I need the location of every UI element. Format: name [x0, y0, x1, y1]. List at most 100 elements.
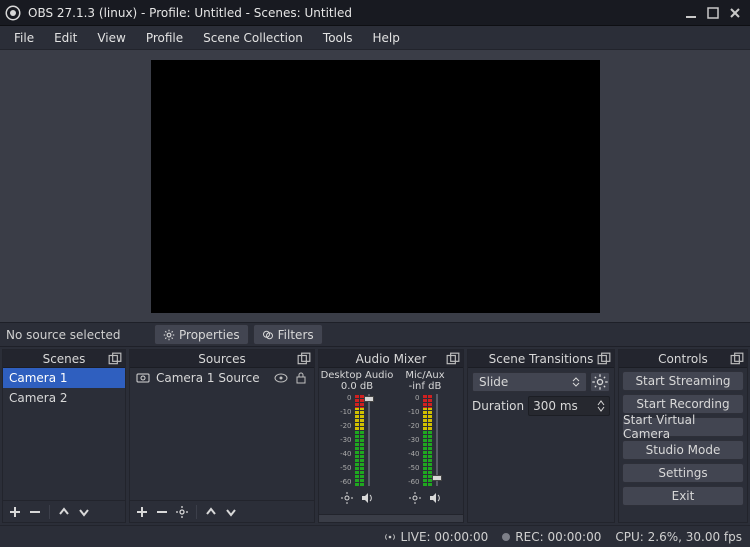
studio-mode-button[interactable]: Studio Mode	[622, 440, 744, 460]
menu-edit[interactable]: Edit	[44, 26, 87, 49]
source-properties-button[interactable]	[173, 503, 191, 521]
level-meter	[423, 394, 432, 486]
remove-scene-button[interactable]	[26, 503, 44, 521]
filters-icon	[262, 329, 274, 341]
mixer-title: Audio Mixer	[356, 352, 427, 366]
lock-toggle[interactable]	[294, 371, 308, 385]
menu-help[interactable]: Help	[362, 26, 409, 49]
status-rec: REC: 00:00:00	[502, 530, 601, 544]
separator	[49, 505, 50, 519]
transitions-undock-button[interactable]	[597, 352, 611, 366]
channel-settings-button[interactable]	[339, 490, 355, 506]
audio-mixer-dock: Audio Mixer Desktop Audio 0.0 dB 0-10-20…	[318, 349, 464, 523]
duration-spinbox[interactable]: 300 ms	[528, 396, 610, 416]
titlebar: OBS 27.1.3 (linux) - Profile: Untitled -…	[0, 0, 750, 26]
move-scene-up-button[interactable]	[55, 503, 73, 521]
move-source-up-button[interactable]	[202, 503, 220, 521]
scenes-undock-button[interactable]	[108, 352, 122, 366]
menu-view[interactable]: View	[87, 26, 135, 49]
mute-button[interactable]	[359, 490, 375, 506]
level-meter	[355, 394, 364, 486]
exit-button[interactable]: Exit	[622, 486, 744, 506]
preview-area	[0, 50, 750, 322]
scene-item[interactable]: Camera 2	[3, 388, 125, 408]
sources-undock-button[interactable]	[297, 352, 311, 366]
menubar: File Edit View Profile Scene Collection …	[0, 26, 750, 50]
volume-slider[interactable]	[434, 394, 440, 486]
broadcast-icon	[384, 531, 396, 543]
channel-settings-button[interactable]	[407, 490, 423, 506]
menu-file[interactable]: File	[4, 26, 44, 49]
camera-icon	[136, 371, 150, 385]
add-scene-button[interactable]	[6, 503, 24, 521]
mixer-channel-mic-aux: Mic/Aux -inf dB 0-10-20-30-40-50-60	[392, 370, 458, 514]
source-list: Camera 1 Source	[130, 368, 314, 500]
mute-button[interactable]	[427, 490, 443, 506]
channel-db: 0.0 dB	[341, 381, 373, 392]
mixer-channel-desktop-audio: Desktop Audio 0.0 dB 0-10-20-30-40-50-60	[324, 370, 390, 514]
visibility-toggle[interactable]	[274, 371, 288, 385]
source-label: Camera 1 Source	[156, 371, 260, 385]
channel-db: -inf dB	[409, 381, 442, 392]
spin-arrows-icon	[597, 400, 605, 412]
mixer-scrollbar[interactable]	[319, 514, 463, 522]
add-source-button[interactable]	[133, 503, 151, 521]
source-toolbar: No source selected Properties Filters	[0, 322, 750, 347]
status-live: LIVE: 00:00:00	[384, 530, 489, 544]
mixer-undock-button[interactable]	[446, 352, 460, 366]
chevron-updown-icon	[572, 377, 580, 387]
start-recording-button[interactable]: Start Recording	[622, 394, 744, 414]
gear-icon	[163, 329, 175, 341]
transitions-title: Scene Transitions	[489, 352, 594, 366]
no-source-label: No source selected	[0, 328, 150, 342]
mixer-header: Audio Mixer	[319, 350, 463, 368]
meter-scale: 0-10-20-30-40-50-60	[343, 394, 353, 486]
channel-name: Mic/Aux	[405, 370, 444, 381]
maximize-button[interactable]	[702, 3, 724, 23]
scenes-dock: Scenes Camera 1 Camera 2	[2, 349, 126, 523]
duration-value: 300 ms	[533, 399, 578, 413]
transition-select[interactable]: Slide	[472, 372, 587, 392]
start-virtual-camera-button[interactable]: Start Virtual Camera	[622, 417, 744, 437]
sources-title: Sources	[198, 352, 245, 366]
close-button[interactable]	[724, 3, 746, 23]
menu-scene-collection[interactable]: Scene Collection	[193, 26, 313, 49]
scenes-header: Scenes	[3, 350, 125, 368]
sources-footer	[130, 500, 314, 522]
obs-logo-icon	[4, 4, 22, 22]
duration-label: Duration	[472, 399, 524, 413]
channel-name: Desktop Audio	[321, 370, 394, 381]
scene-list: Camera 1 Camera 2	[3, 368, 125, 500]
properties-button[interactable]: Properties	[154, 324, 249, 345]
scenes-title: Scenes	[43, 352, 86, 366]
filters-button[interactable]: Filters	[253, 324, 323, 345]
record-dot-icon	[502, 533, 510, 541]
menu-profile[interactable]: Profile	[136, 26, 193, 49]
controls-undock-button[interactable]	[730, 352, 744, 366]
transitions-dock: Scene Transitions Slide Duration	[467, 349, 615, 523]
scenes-footer	[3, 500, 125, 522]
preview-canvas[interactable]	[151, 60, 600, 313]
move-source-down-button[interactable]	[222, 503, 240, 521]
transition-settings-button[interactable]	[590, 372, 610, 392]
transition-selected: Slide	[479, 375, 508, 389]
separator	[196, 505, 197, 519]
controls-title: Controls	[658, 352, 708, 366]
remove-source-button[interactable]	[153, 503, 171, 521]
filters-label: Filters	[278, 328, 314, 342]
menu-tools[interactable]: Tools	[313, 26, 363, 49]
sources-header: Sources	[130, 350, 314, 368]
controls-dock: Controls Start Streaming Start Recording…	[618, 349, 748, 523]
source-item[interactable]: Camera 1 Source	[130, 368, 314, 388]
minimize-button[interactable]	[680, 3, 702, 23]
move-scene-down-button[interactable]	[75, 503, 93, 521]
start-streaming-button[interactable]: Start Streaming	[622, 371, 744, 391]
settings-button[interactable]: Settings	[622, 463, 744, 483]
volume-slider[interactable]	[366, 394, 372, 486]
meter-scale: 0-10-20-30-40-50-60	[411, 394, 421, 486]
window-title: OBS 27.1.3 (linux) - Profile: Untitled -…	[28, 6, 680, 20]
scene-item[interactable]: Camera 1	[3, 368, 125, 388]
properties-label: Properties	[179, 328, 240, 342]
statusbar: LIVE: 00:00:00 REC: 00:00:00 CPU: 2.6%, …	[0, 525, 750, 547]
status-cpu: CPU: 2.6%, 30.00 fps	[615, 530, 742, 544]
